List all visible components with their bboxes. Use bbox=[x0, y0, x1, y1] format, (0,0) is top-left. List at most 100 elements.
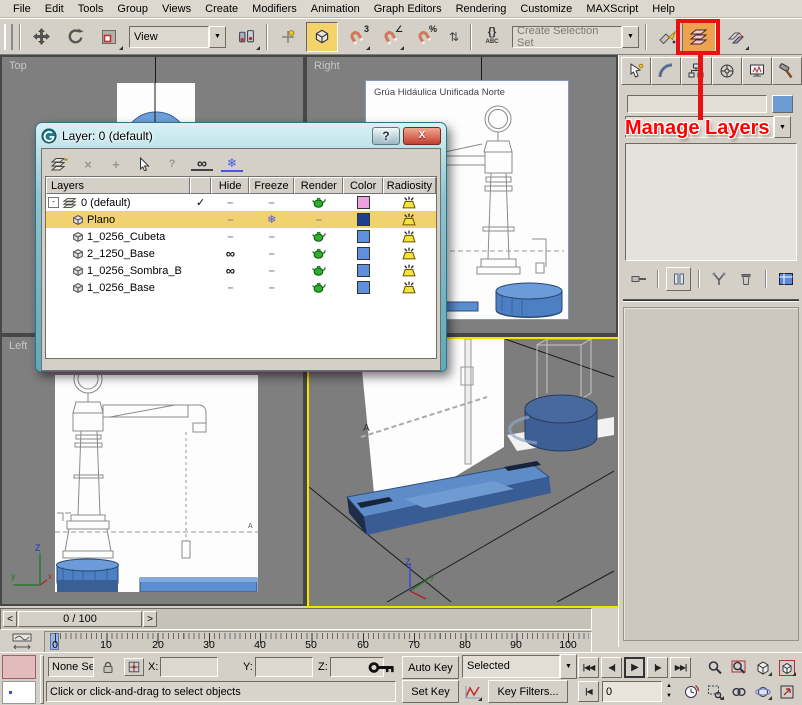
snaps-toggle-button[interactable] bbox=[306, 22, 338, 52]
menu-modifiers[interactable]: Modifiers bbox=[245, 2, 304, 16]
viewport-top-label[interactable]: Top bbox=[9, 60, 27, 72]
layer-row[interactable]: 1_0256_Base – – bbox=[46, 279, 436, 296]
column-freeze[interactable]: Freeze bbox=[249, 177, 294, 194]
color-swatch[interactable] bbox=[357, 213, 370, 226]
named-selection-set-dropdown[interactable]: Create Selection Set ▼ bbox=[512, 27, 639, 47]
spinner-down-icon[interactable]: ▼ bbox=[666, 693, 672, 699]
column-color[interactable]: Color bbox=[343, 177, 382, 194]
current-frame-field[interactable]: 0 bbox=[602, 681, 662, 702]
viewport-left[interactable]: Left bbox=[2, 337, 303, 604]
layer-manager-dialog[interactable]: Layer: 0 (default) ? X × + ? ∞ ❄ bbox=[35, 122, 447, 372]
radiosity-toggle[interactable] bbox=[383, 281, 436, 294]
column-layers[interactable]: Layers bbox=[46, 177, 190, 194]
go-to-start-button[interactable]: |◀◀ bbox=[578, 657, 599, 678]
set-key-filters-curve-button[interactable] bbox=[462, 680, 484, 703]
reference-coordinate-system[interactable]: View ▼ bbox=[129, 27, 226, 47]
track-bar-ruler[interactable]: 0 10 20 30 40 50 60 70 80 90 100 bbox=[44, 631, 592, 653]
hide-all-button[interactable]: ∞ bbox=[191, 157, 213, 171]
zoom-extents-all-button[interactable] bbox=[776, 657, 798, 678]
layer-color-cell[interactable] bbox=[344, 230, 383, 243]
freeze-toggle[interactable]: – bbox=[249, 265, 294, 277]
hide-toggle[interactable]: – bbox=[212, 231, 249, 243]
coord-dropdown-arrow[interactable]: ▼ bbox=[209, 26, 226, 48]
color-swatch[interactable] bbox=[357, 230, 370, 243]
make-unique-button[interactable] bbox=[707, 268, 730, 290]
hide-toggle[interactable]: – bbox=[212, 282, 249, 294]
layer-help-button[interactable]: ? bbox=[159, 158, 185, 170]
layer-row[interactable]: 1_0256_Sombra_B ∞ – bbox=[46, 262, 436, 279]
freeze-toggle[interactable]: – bbox=[249, 282, 294, 294]
key-filter-dropdown[interactable]: Selected ▼ bbox=[462, 656, 577, 676]
tab-utilities[interactable] bbox=[772, 57, 802, 85]
radiosity-toggle[interactable] bbox=[383, 247, 436, 260]
menu-graph-editors[interactable]: Graph Editors bbox=[367, 2, 449, 16]
menu-views[interactable]: Views bbox=[155, 2, 198, 16]
menu-rendering[interactable]: Rendering bbox=[449, 2, 514, 16]
render-toggle[interactable] bbox=[294, 231, 343, 242]
toolbar-grip[interactable] bbox=[4, 24, 13, 50]
color-swatch[interactable] bbox=[357, 264, 370, 277]
layer-row[interactable]: 1_0256_Cubeta – – bbox=[46, 228, 436, 245]
column-render[interactable]: Render bbox=[294, 177, 343, 194]
tab-motion[interactable] bbox=[712, 57, 742, 85]
render-toggle[interactable] bbox=[294, 282, 343, 293]
arc-rotate-button[interactable] bbox=[752, 681, 774, 702]
pin-stack-button[interactable] bbox=[627, 268, 650, 290]
selection-set-arrow[interactable]: ▼ bbox=[622, 26, 639, 48]
dialog-close-button[interactable]: X bbox=[403, 127, 441, 145]
viewport-perspective[interactable]: A bbox=[307, 337, 620, 608]
key-filters-button[interactable]: Key Filters... bbox=[488, 680, 568, 703]
time-slider[interactable]: < 0 / 100 > bbox=[0, 608, 592, 630]
menu-tools[interactable]: Tools bbox=[71, 2, 111, 16]
layer-row[interactable]: Plano – ❄ – bbox=[46, 211, 436, 228]
edit-named-selection-sets-button[interactable]: {} ABC bbox=[476, 22, 508, 52]
tab-display[interactable] bbox=[742, 57, 772, 85]
freeze-toggle[interactable]: – bbox=[249, 197, 294, 209]
radiosity-toggle[interactable] bbox=[383, 213, 436, 226]
layer-row[interactable]: - 0 (default) ✓ – – bbox=[46, 194, 436, 211]
key-filter-arrow[interactable]: ▼ bbox=[560, 654, 577, 679]
frame-spinner[interactable]: ▲ ▼ bbox=[663, 681, 675, 702]
color-swatch[interactable] bbox=[357, 281, 370, 294]
render-toggle[interactable] bbox=[294, 197, 343, 208]
angle-snap-button[interactable]: ∠ bbox=[374, 22, 406, 52]
menu-customize[interactable]: Customize bbox=[513, 2, 579, 16]
layer-color-cell[interactable] bbox=[344, 281, 383, 294]
render-toggle[interactable] bbox=[294, 265, 343, 276]
time-slider-prev-button[interactable]: < bbox=[3, 611, 17, 627]
viewport-right-label[interactable]: Right bbox=[314, 60, 340, 72]
menu-maxscript[interactable]: MAXScript bbox=[579, 2, 645, 16]
play-button[interactable]: ▶ bbox=[624, 657, 645, 678]
column-radiosity[interactable]: Radiosity bbox=[383, 177, 436, 194]
tab-create[interactable] bbox=[621, 57, 651, 85]
select-and-manipulate-button[interactable] bbox=[272, 22, 304, 52]
next-frame-button[interactable]: |▶ bbox=[647, 657, 668, 678]
current-layer-mark[interactable]: ✓ bbox=[190, 196, 212, 209]
modifier-list-arrow[interactable]: ▼ bbox=[774, 116, 791, 138]
zoom-extents-button[interactable] bbox=[752, 657, 774, 678]
percent-snap-button[interactable]: % bbox=[408, 22, 440, 52]
tab-modify[interactable] bbox=[651, 57, 681, 85]
object-color-swatch[interactable] bbox=[772, 95, 793, 113]
layer-color-cell[interactable] bbox=[344, 247, 383, 260]
listener-splitter[interactable] bbox=[40, 655, 44, 704]
color-swatch[interactable] bbox=[357, 196, 370, 209]
menu-help[interactable]: Help bbox=[645, 2, 682, 16]
select-and-scale-button[interactable] bbox=[93, 22, 125, 52]
render-toggle[interactable]: – bbox=[294, 214, 343, 226]
use-pivot-center-button[interactable] bbox=[230, 22, 262, 52]
previous-frame-button[interactable]: ◀| bbox=[601, 657, 622, 678]
y-coordinate-field[interactable] bbox=[255, 657, 313, 677]
set-key-button[interactable]: Set Key bbox=[402, 680, 459, 703]
dialog-title-bar[interactable]: Layer: 0 (default) ? X bbox=[36, 123, 446, 148]
expand-toggle[interactable]: - bbox=[48, 197, 59, 208]
zoom-button[interactable] bbox=[704, 657, 726, 678]
x-coordinate-field[interactable] bbox=[160, 657, 218, 677]
align-button[interactable] bbox=[719, 22, 751, 52]
modifier-list-dropdown[interactable]: ▼ bbox=[625, 117, 791, 137]
spinner-snap-button[interactable]: ⇅ bbox=[442, 22, 466, 52]
add-to-layer-button[interactable]: + bbox=[103, 157, 129, 172]
radiosity-toggle[interactable] bbox=[383, 230, 436, 243]
column-hide[interactable]: Hide bbox=[211, 177, 248, 194]
auto-key-button[interactable]: Auto Key bbox=[402, 656, 459, 679]
